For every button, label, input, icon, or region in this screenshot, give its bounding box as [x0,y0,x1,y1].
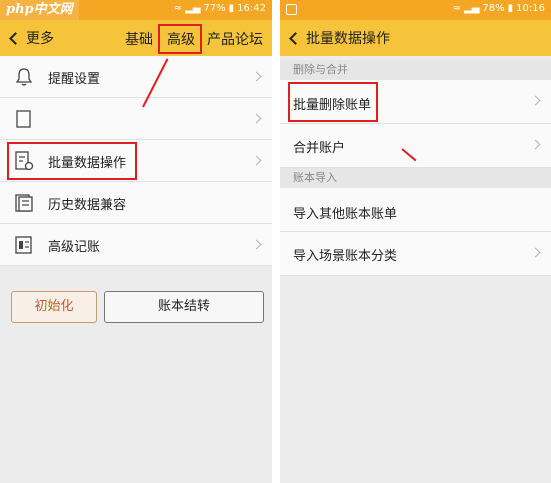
signal-icon: ▂▄ [464,3,480,14]
highlight-box-batch-operations [7,142,137,180]
watermark-logo: php中文网 [0,0,79,20]
history-document-icon [15,194,33,212]
back-button[interactable]: 更多 [8,28,54,48]
top-nav-bar: 批量数据操作 [280,20,551,56]
chevron-right-icon [530,95,541,106]
ledger-icon [15,236,32,254]
list-item-advanced-bookkeeping[interactable]: 高级记账 [0,224,272,266]
left-phone-screen: php中文网 ≈ ▂▄ 77% ▮ 16:42 更多 基础 高级 产品论坛 提醒… [0,0,272,483]
tab-forum[interactable]: 产品论坛 [207,29,263,49]
document-icon [16,110,31,128]
list-item-merge-accounts[interactable]: 合并账户 [280,124,551,168]
chevron-left-icon [289,31,302,45]
list-item-label: 导入其他账本账单 [293,207,398,222]
battery-icon: ▮ [507,3,514,14]
chevron-right-icon [251,71,262,82]
list-item-import-other[interactable]: 导入其他账本账单 [280,188,551,232]
list-item-label: 导入场景账本分类 [293,249,398,264]
list-item-label: 历史数据兼容 [48,198,127,213]
signal-icon: ▂▄ [185,3,201,14]
right-phone-screen: ≈ ▂▄ 78% ▮ 10:16 批量数据操作 删除与合并 批量删除账单 合并账… [280,0,551,483]
chevron-right-icon [530,247,541,258]
chevron-right-icon [251,113,262,124]
chevron-right-icon [251,155,262,166]
battery-percent: 77% [203,3,226,14]
back-label: 更多 [26,31,54,47]
list-item-reminder[interactable]: 提醒设置 [0,56,272,98]
chevron-right-icon [530,139,541,150]
top-nav-bar: 更多 基础 高级 产品论坛 [0,20,272,56]
status-bar: php中文网 ≈ ▂▄ 77% ▮ 16:42 [0,0,272,20]
image-notification-icon [286,4,297,15]
battery-icon: ▮ [228,3,235,14]
list-item-label: 提醒设置 [48,72,101,87]
list-item-label: 合并账户 [293,141,346,156]
list-item-import-scene[interactable]: 导入场景账本分类 [280,232,551,276]
wifi-icon: ≈ [452,3,462,14]
empty-area [280,276,551,483]
status-bar: ≈ ▂▄ 78% ▮ 10:16 [280,0,551,20]
page-title: 批量数据操作 [306,31,390,47]
section-header-import: 账本导入 [280,168,551,188]
bell-icon [15,68,33,86]
book-carryover-button[interactable]: 账本结转 [104,291,264,323]
clock: 10:16 [516,3,545,14]
list-item-label: 高级记账 [48,240,101,255]
chevron-left-icon [9,31,22,45]
highlight-box-advanced-tab [158,24,202,54]
section-header-delete-merge: 删除与合并 [280,60,551,80]
clock: 16:42 [237,3,266,14]
battery-percent: 78% [482,3,505,14]
initialize-button[interactable]: 初始化 [11,291,97,323]
tab-basic[interactable]: 基础 [125,29,153,49]
wifi-icon: ≈ [173,3,183,14]
back-button[interactable]: 批量数据操作 [288,28,390,48]
list-item-hidden[interactable] [0,98,272,140]
highlight-box-batch-delete [288,82,378,122]
list-item-history-compat[interactable]: 历史数据兼容 [0,182,272,224]
chevron-right-icon [251,239,262,250]
